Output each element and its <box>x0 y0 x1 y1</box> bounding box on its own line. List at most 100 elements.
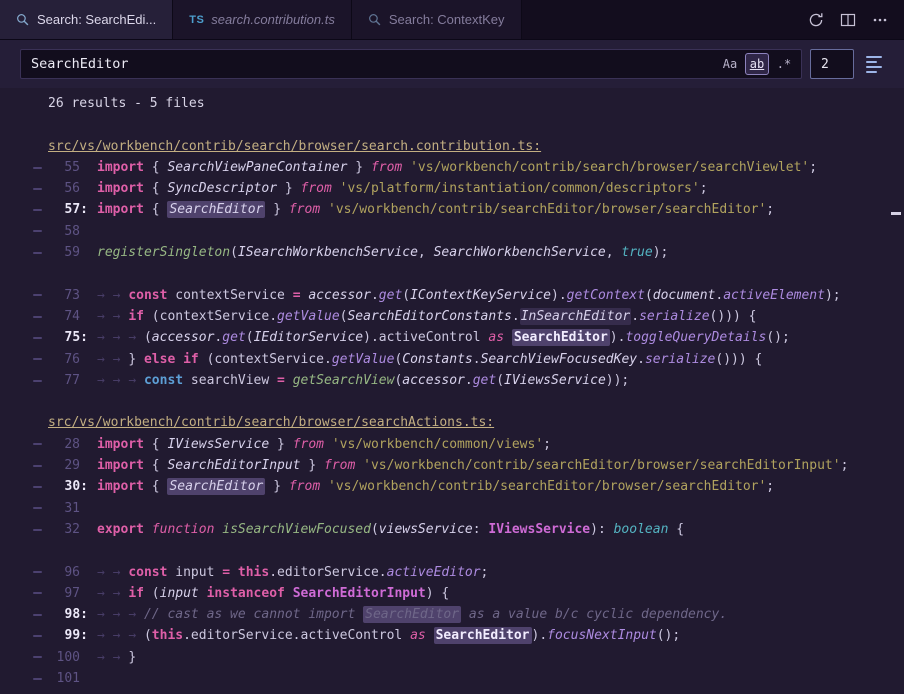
tab-search-contextkey[interactable]: Search: ContextKey <box>352 0 522 39</box>
code-token: 'vs/workbench/contrib/search/browser/sea… <box>410 160 809 175</box>
code-token: SearchEditorConstants <box>347 309 511 324</box>
code-token: activeElement <box>723 288 825 303</box>
code-token: if <box>128 586 144 601</box>
code-token: IViewsService <box>504 373 606 388</box>
blank-line <box>0 114 904 135</box>
gutter-decoration <box>33 486 42 488</box>
line-number: 97 <box>42 583 88 604</box>
code-token: ) { <box>426 586 449 601</box>
rerun-search-button[interactable] <box>808 12 824 28</box>
tab-label: Search: ContextKey <box>389 12 505 27</box>
result-line[interactable]: 28import { IViewsService } from 'vs/work… <box>0 434 904 455</box>
search-query-input[interactable]: SearchEditor Aa ab .* <box>20 49 802 79</box>
code-token: get <box>379 288 402 303</box>
code-token: ( <box>144 628 152 643</box>
line-number: 57: <box>42 199 88 220</box>
match-case-toggle[interactable]: Aa <box>718 53 742 75</box>
code-token <box>402 160 410 175</box>
code-token: SearchWorkbenchService <box>434 245 606 260</box>
typescript-icon: TS <box>189 14 204 26</box>
overview-ruler-marker <box>891 212 901 215</box>
result-line[interactable]: 56import { SyncDescriptor } from 'vs/pla… <box>0 178 904 199</box>
code-token: import <box>97 202 144 217</box>
code-token <box>324 437 332 452</box>
code-token: ): <box>590 522 613 537</box>
search-query-value[interactable]: SearchEditor <box>31 56 715 72</box>
code-text: import { SearchEditor } from 'vs/workben… <box>97 199 774 220</box>
whitespace-tab-icon: → <box>97 650 113 665</box>
result-line[interactable]: 31 <box>0 498 904 519</box>
result-line[interactable]: 100→ → } <box>0 647 904 668</box>
editor-title-actions <box>792 0 904 39</box>
code-token: SearchEditor <box>363 606 461 623</box>
split-editor-button[interactable] <box>840 12 856 28</box>
code-text: import { SyncDescriptor } from 'vs/platf… <box>97 178 708 199</box>
result-line[interactable]: 58 <box>0 221 904 242</box>
code-token: (contextService. <box>199 352 332 367</box>
gutter-decoration <box>33 316 42 318</box>
code-token: } <box>269 437 292 452</box>
whitespace-tab-icon: → <box>97 352 113 367</box>
code-token: this <box>238 565 269 580</box>
result-line[interactable]: 97→ → if (input instanceof SearchEditorI… <box>0 583 904 604</box>
result-line[interactable]: 98:→ → → // cast as we cannot import Sea… <box>0 604 904 625</box>
result-line[interactable]: 32export function isSearchViewFocused(vi… <box>0 519 904 540</box>
code-text: import { IViewsService } from 'vs/workbe… <box>97 434 551 455</box>
code-token <box>426 628 434 643</box>
whole-word-toggle[interactable]: ab <box>745 53 769 75</box>
result-line[interactable]: 30:import { SearchEditor } from 'vs/work… <box>0 476 904 497</box>
file-path-link[interactable]: src/vs/workbench/contrib/search/browser/… <box>48 136 541 157</box>
line-number: 58 <box>42 221 88 242</box>
regex-toggle[interactable]: .* <box>772 53 796 75</box>
code-token: as <box>410 628 426 643</box>
code-token: from <box>289 202 320 217</box>
toggle-search-details-button[interactable] <box>866 52 890 76</box>
code-token: registerSingleton <box>97 245 230 260</box>
search-icon <box>368 13 382 27</box>
code-token: ())) { <box>715 352 762 367</box>
result-line[interactable]: 73→ → const contextService = accessor.ge… <box>0 285 904 306</box>
more-actions-button[interactable] <box>872 12 888 28</box>
result-line[interactable]: 101 <box>0 668 904 689</box>
file-path-link[interactable]: src/vs/workbench/contrib/search/browser/… <box>48 412 494 433</box>
code-token: ( <box>371 522 379 537</box>
line-number: 77 <box>42 370 88 391</box>
context-lines-input[interactable]: 2 <box>810 49 854 79</box>
whitespace-tab-icon: → <box>97 628 113 643</box>
code-token: export <box>97 522 144 537</box>
gutter-decoration <box>33 252 42 254</box>
code-token: ). <box>551 288 567 303</box>
code-text: → → → (this.editorService.activeControl … <box>97 625 680 646</box>
result-line[interactable]: 76→ → } else if (contextService.getValue… <box>0 349 904 370</box>
whitespace-tab-icon: → <box>128 607 144 622</box>
search-details-icon <box>866 56 882 58</box>
code-token: as a value b/c cyclic dependency. <box>461 607 727 622</box>
search-results-editor[interactable]: 26 results - 5 filessrc/vs/workbench/con… <box>0 88 904 694</box>
whitespace-tab-icon: → <box>113 607 129 622</box>
code-token: if <box>128 309 144 324</box>
result-line[interactable]: 99:→ → → (this.editorService.activeContr… <box>0 625 904 646</box>
code-text: registerSingleton(ISearchWorkbenchServic… <box>97 242 668 263</box>
code-token: SearchEditorInput <box>167 458 300 473</box>
tab-search-searcheditor[interactable]: Search: SearchEdi... <box>0 0 173 39</box>
code-token: Constants <box>402 352 472 367</box>
code-token: ). <box>532 628 548 643</box>
gutter-decoration <box>33 507 42 509</box>
result-line[interactable]: 59registerSingleton(ISearchWorkbenchServ… <box>0 242 904 263</box>
code-token: searchView <box>183 373 277 388</box>
code-text: → → const contextService = accessor.get(… <box>97 285 841 306</box>
code-text: import { SearchViewPaneContainer } from … <box>97 157 817 178</box>
tab-search-contribution-ts[interactable]: TS search.contribution.ts <box>173 0 352 39</box>
code-token: ; <box>766 479 774 494</box>
result-line[interactable]: 74→ → if (contextService.getValue(Search… <box>0 306 904 327</box>
code-token: const <box>128 288 167 303</box>
result-line[interactable]: 57: import { SearchEditor } from 'vs/work… <box>0 199 904 220</box>
code-token: : <box>473 522 489 537</box>
result-line[interactable]: 29import { SearchEditorInput } from 'vs/… <box>0 455 904 476</box>
result-line[interactable]: 75:→ → → (accessor.get(IEditorService).a… <box>0 327 904 348</box>
code-token: get <box>222 330 245 345</box>
code-token: instanceof <box>207 586 285 601</box>
result-line[interactable]: 55import { SearchViewPaneContainer } fro… <box>0 157 904 178</box>
result-line[interactable]: 77→ → → const searchView = getSearchView… <box>0 370 904 391</box>
result-line[interactable]: 96→ → const input = this.editorService.a… <box>0 562 904 583</box>
